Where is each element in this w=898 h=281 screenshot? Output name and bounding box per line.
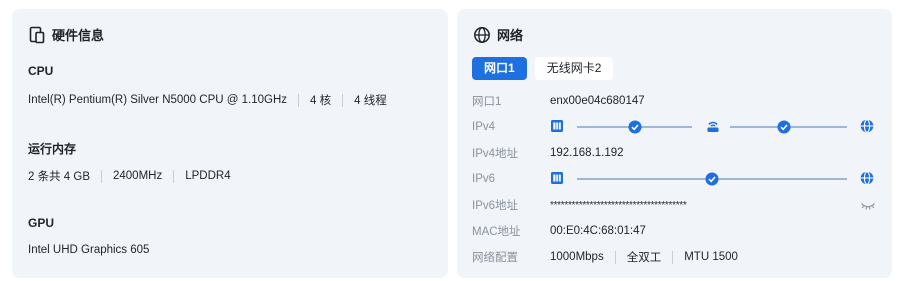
memory-speed: 2400MHz [113,170,163,182]
check-icon [628,120,642,139]
ipv6-address-value: ************************************** [550,199,687,211]
internet-globe-icon [860,119,874,138]
ipv4-address-row: IPv4地址 192.168.1.192 [472,143,877,163]
tab-port-1[interactable]: 网口1 [472,57,527,80]
divider [101,169,102,183]
memory-heading: 运行内存 [28,142,77,156]
memory-type: LPDDR4 [185,170,231,182]
mtu-value: MTU 1500 [684,251,738,263]
gpu-model: Intel UHD Graphics 605 [28,244,150,256]
ipv6-address-label: IPv6地址 [472,200,519,212]
divider [342,93,344,107]
memory-details: 2 条共 4 GB 2400MHz LPDDR4 [28,168,231,184]
port-label: 网口1 [472,96,502,108]
network-config-row: 网络配置 1000Mbps 全双工 MTU 1500 [472,247,877,267]
device-icon [550,119,564,138]
eye-closed-icon[interactable] [860,199,876,217]
mac-value: 00:E0:4C:68:01:47 [550,225,646,237]
globe-icon [473,26,491,44]
check-icon [705,172,719,191]
ipv4-label: IPv4 [472,121,496,133]
duplex-mode: 全双工 [626,252,662,264]
port-value: enx00e04c680147 [550,95,645,107]
device-icon [28,26,46,44]
ipv4-address-value: 192.168.1.192 [550,147,624,159]
ipv4-connection-diagram [550,118,880,136]
network-config-label: 网络配置 [472,252,518,264]
gpu-heading: GPU [28,216,55,230]
network-card: 网络 网口1 无线网卡2 网口1 enx00e04c680147 IPv4 IP… [457,9,892,278]
cpu-cores: 4 核 [310,95,332,107]
memory-capacity: 2 条共 4 GB [28,171,90,183]
tab-wireless-2[interactable]: 无线网卡2 [534,57,614,80]
link-speed: 1000Mbps [550,251,604,263]
gpu-details: Intel UHD Graphics 605 [28,244,149,256]
hardware-card-header: 硬件信息 [28,25,104,44]
ipv6-address-row: IPv6地址 *********************************… [472,195,877,215]
network-config-values: 1000Mbps 全双工 MTU 1500 [550,249,738,265]
hardware-info-card: 硬件信息 CPU Intel(R) Pentium(R) Silver N500… [12,9,448,278]
cpu-heading: CPU [28,64,54,78]
mac-row: MAC地址 00:E0:4C:68:01:47 [472,221,877,241]
hardware-card-title: 硬件信息 [52,28,105,43]
divider [173,169,175,183]
mac-label: MAC地址 [472,226,521,238]
device-icon [550,171,564,190]
divider [614,250,616,264]
ipv6-label: IPv6 [472,173,496,185]
divider [298,93,300,107]
cpu-model: Intel(R) Pentium(R) Silver N5000 CPU @ 1… [28,94,288,106]
internet-globe-icon [860,171,874,190]
cpu-details: Intel(R) Pentium(R) Silver N5000 CPU @ 1… [28,92,387,108]
network-card-header: 网络 [473,25,523,44]
router-icon [706,119,720,138]
divider [672,250,674,264]
network-card-title: 网络 [497,28,524,43]
network-tabs: 网口1 无线网卡2 [472,57,614,80]
ipv4-address-label: IPv4地址 [472,148,519,160]
port-row: 网口1 enx00e04c680147 [472,91,877,111]
cpu-threads: 4 线程 [354,95,387,107]
ipv6-connection-diagram [550,170,880,188]
check-icon [777,120,791,139]
